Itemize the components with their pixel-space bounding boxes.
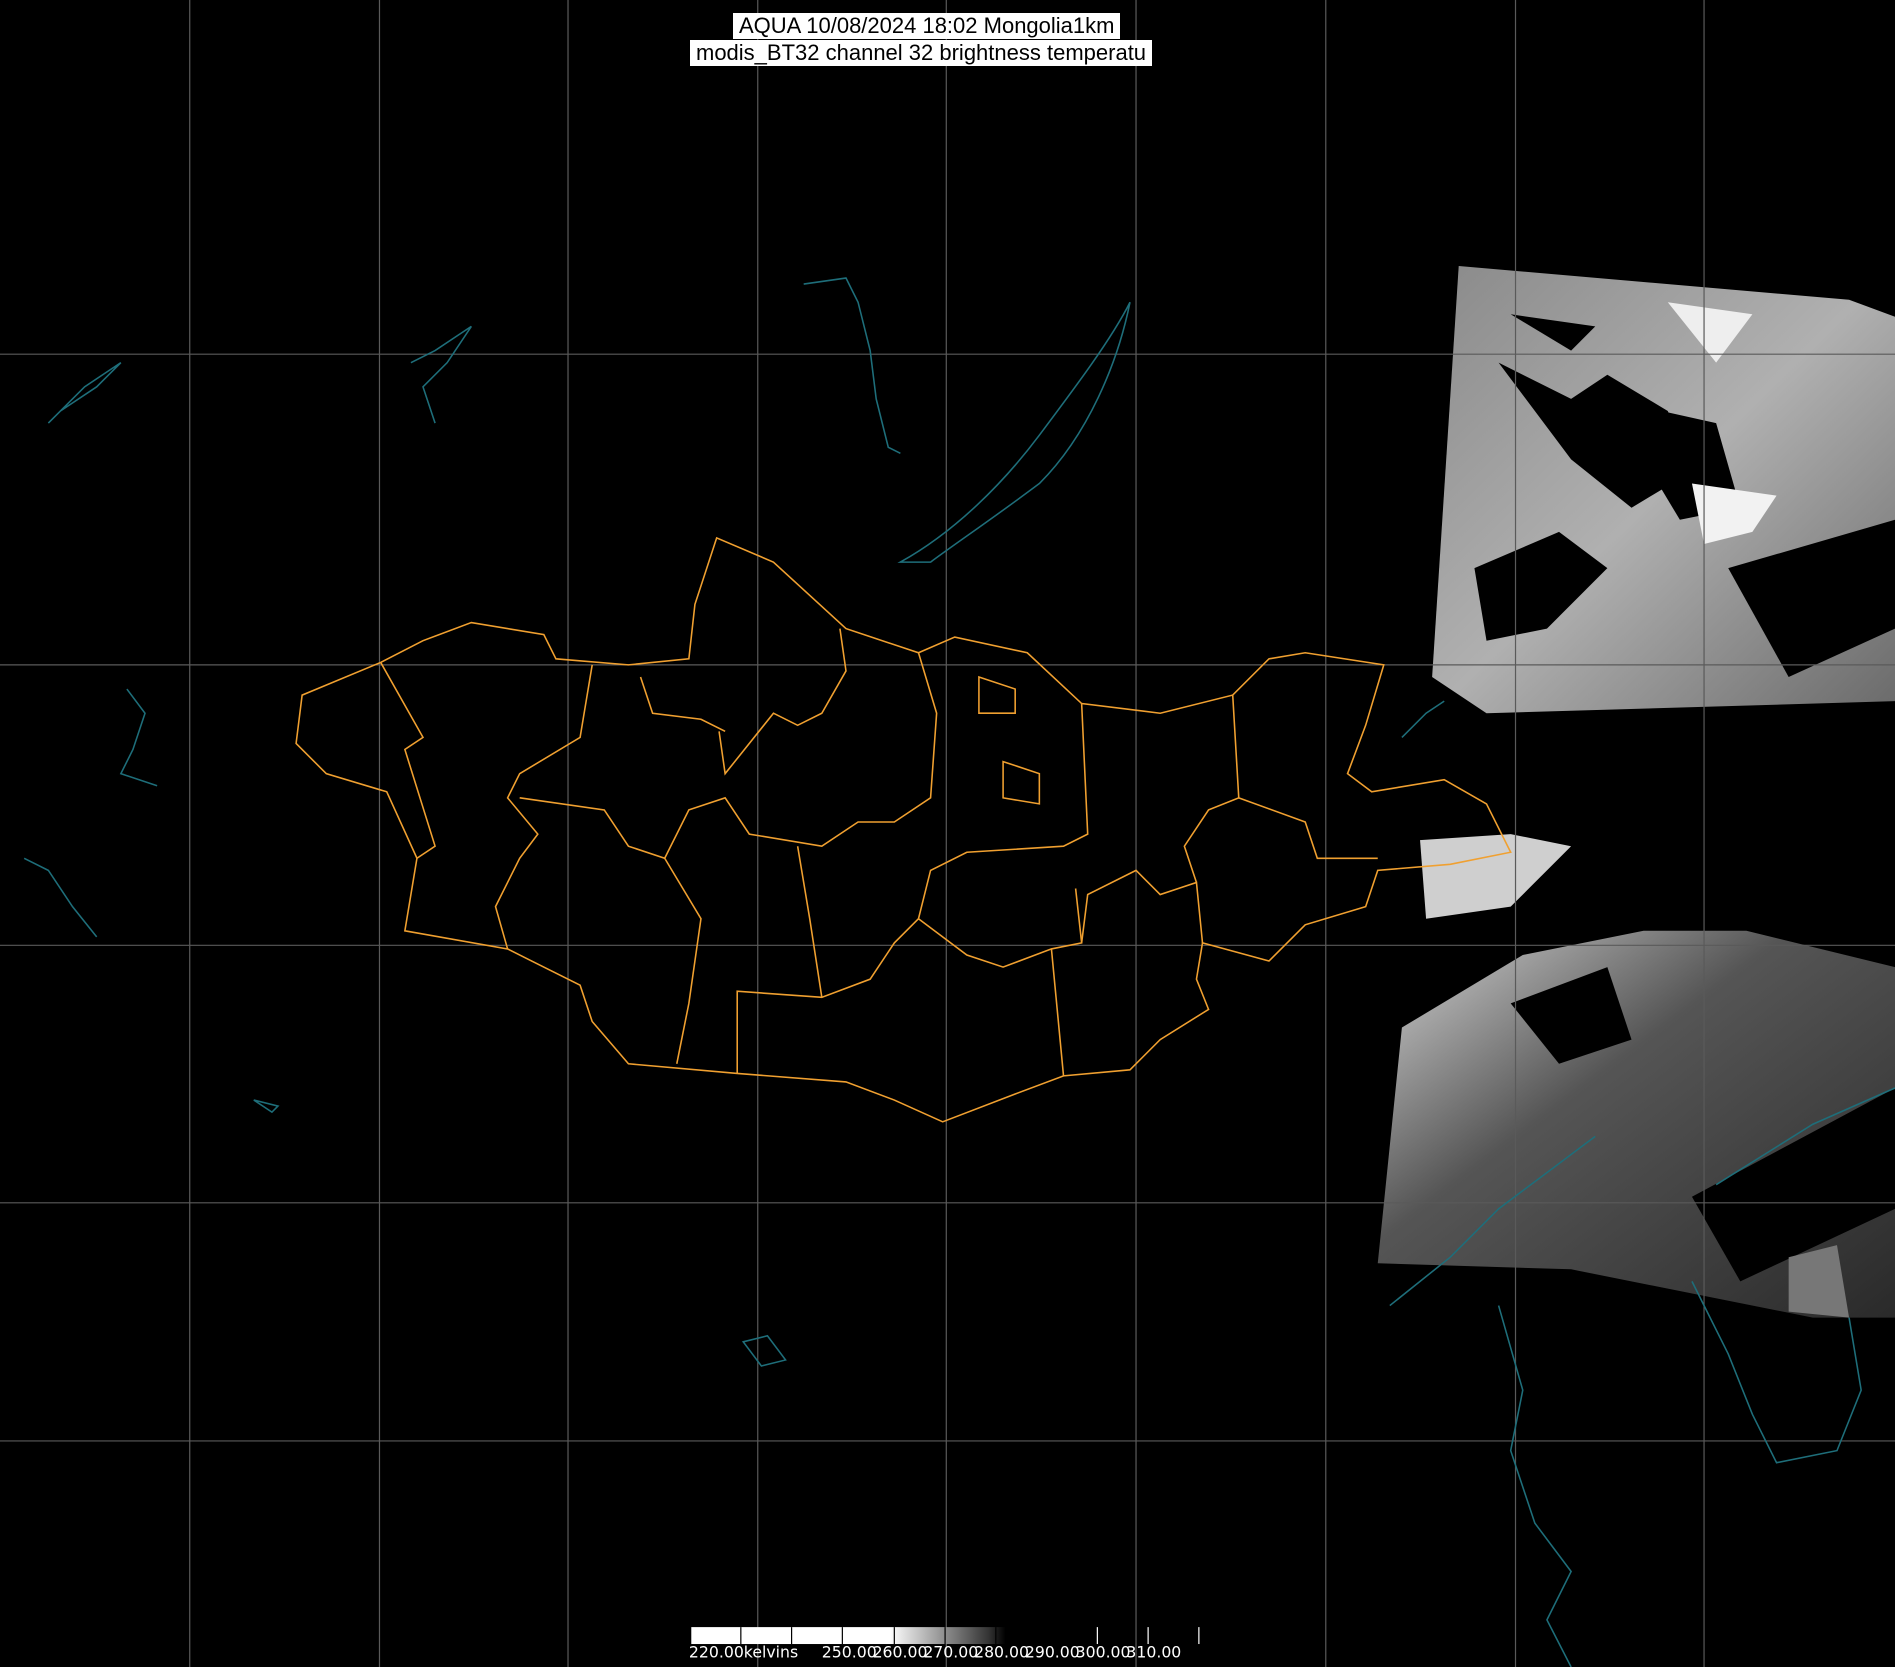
- colorbar-label: 220.00kelvins: [689, 1642, 798, 1661]
- satellite-swath-north: [1432, 266, 1895, 713]
- colorbar-label: 280.00: [974, 1642, 1029, 1661]
- lat-lon-grid: [0, 0, 1895, 1667]
- satellite-swath-south: [1378, 834, 1895, 1318]
- map-title-line1: AQUA 10/08/2024 18:02 Mongolia1km: [733, 13, 1120, 39]
- map-title-line2: modis_BT32 channel 32 brightness tempera…: [690, 40, 1152, 66]
- satellite-map: 220.00kelvins 250.00 260.00 270.00 280.0…: [0, 0, 1895, 1667]
- colorbar: 220.00kelvins 250.00 260.00 270.00 280.0…: [689, 1627, 1199, 1661]
- colorbar-label: 290.00: [1025, 1642, 1080, 1661]
- colorbar-label: 300.00: [1076, 1642, 1131, 1661]
- colorbar-label: 250.00: [822, 1642, 877, 1661]
- colorbar-label: 310.00: [1126, 1642, 1181, 1661]
- colorbar-label: 260.00: [873, 1642, 928, 1661]
- mongolia-border: [296, 538, 1511, 1122]
- colorbar-label: 270.00: [923, 1642, 978, 1661]
